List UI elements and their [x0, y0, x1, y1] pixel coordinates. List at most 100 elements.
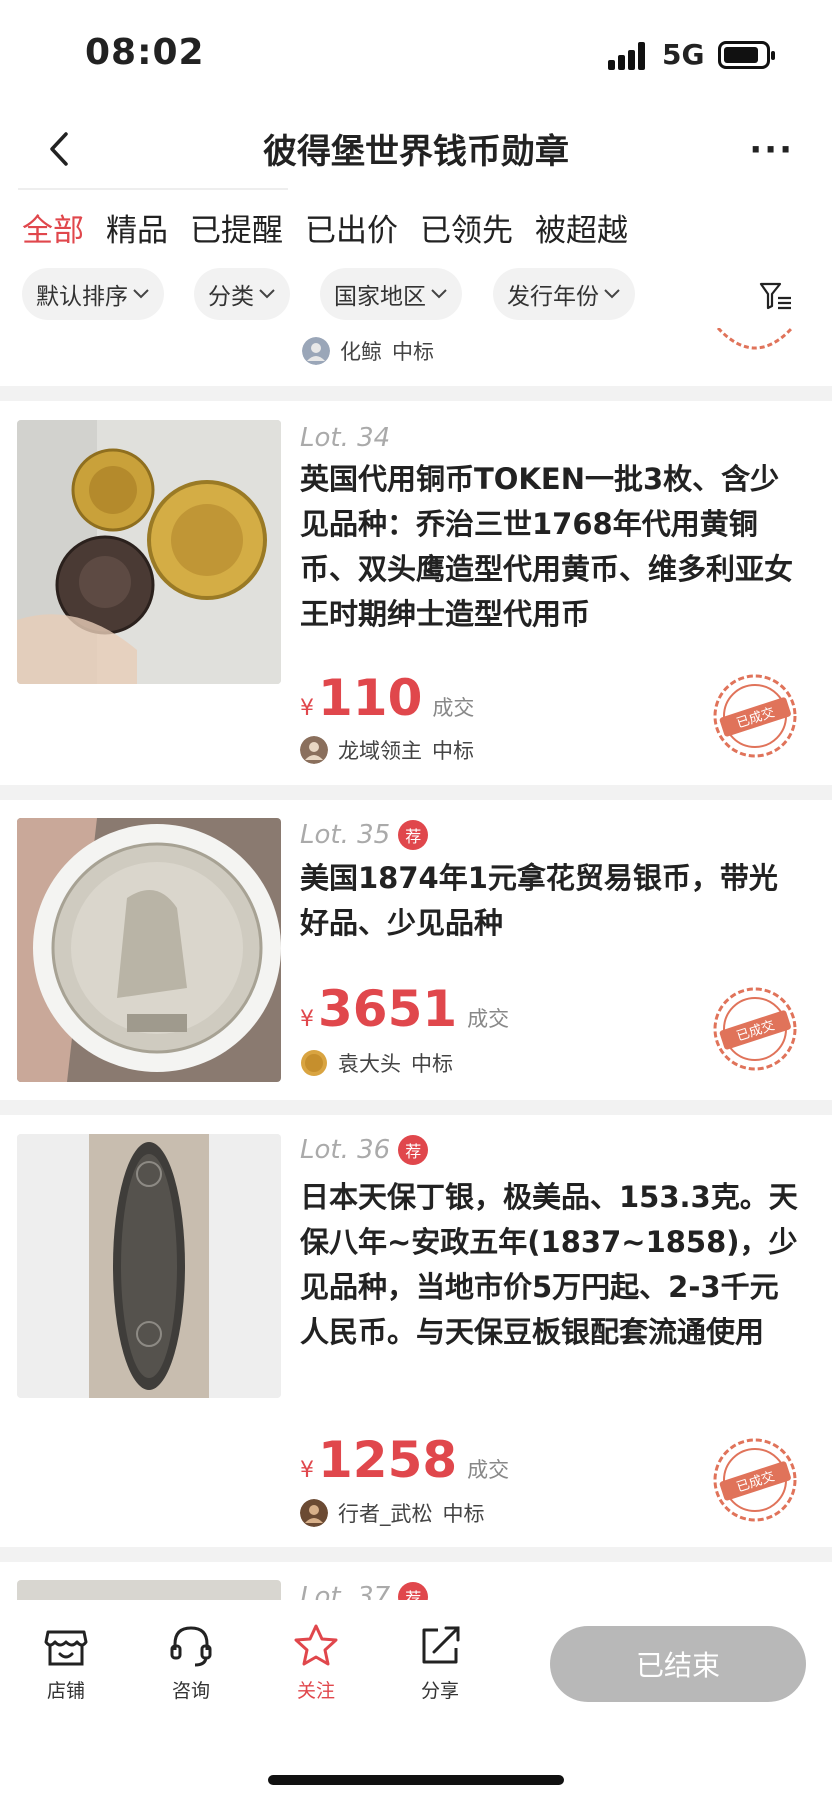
filter-icon[interactable]	[758, 278, 794, 314]
consult-button[interactable]: 咨询	[151, 1622, 231, 1703]
price: ¥ 3651 成交	[300, 984, 509, 1034]
bid-status: 中标	[411, 1052, 453, 1076]
sort-filter[interactable]: 默认排序	[22, 268, 164, 320]
divider	[18, 188, 288, 190]
lot-image[interactable]	[17, 818, 281, 1082]
sold-stamp-partial	[716, 328, 794, 350]
price-value: 110	[318, 669, 423, 727]
category-filter-label: 分类	[208, 284, 254, 310]
price: ¥ 110 成交	[300, 673, 474, 723]
lot-image[interactable]	[17, 420, 281, 684]
currency: ¥	[300, 696, 314, 721]
battery-icon	[718, 41, 775, 69]
price-value: 3651	[318, 980, 458, 1038]
star-icon	[294, 1624, 338, 1666]
category-filter[interactable]: 分类	[194, 268, 290, 320]
headset-icon	[170, 1626, 212, 1667]
sort-filter-label: 默认排序	[36, 284, 128, 310]
bidder-name: 化鲸	[340, 340, 382, 364]
avatar	[301, 1050, 327, 1076]
lot-number: Lot. 35 荐	[300, 820, 429, 850]
tab-featured[interactable]: 精品	[106, 205, 168, 255]
list-item[interactable]: Lot. 34 英国代用铜币TOKEN一批3枚、含少见品种：乔治三世1768年代…	[0, 401, 832, 771]
bid-status: 中标	[442, 1502, 485, 1526]
tab-reminded[interactable]: 已提醒	[190, 205, 283, 255]
follow-button[interactable]: 关注	[276, 1622, 356, 1703]
silver-bar-photo	[17, 1134, 281, 1398]
avatar	[302, 337, 330, 365]
share-icon	[422, 1626, 460, 1664]
tab-all[interactable]: 全部	[22, 205, 84, 255]
lot-label: Lot. 35	[300, 820, 391, 850]
lot-label: Lot. 36	[300, 1135, 391, 1165]
lot-number: Lot. 36 荐	[300, 1135, 429, 1165]
lot-title: 英国代用铜币TOKEN一批3枚、含少见品种：乔治三世1768年代用黄铜币、双头鹰…	[300, 462, 794, 631]
bidder-name: 袁大头	[338, 1052, 401, 1076]
consult-label: 咨询	[171, 1680, 210, 1702]
bid-status: 中标	[432, 739, 474, 763]
chevron-down-icon	[431, 289, 447, 299]
share-label: 分享	[420, 1680, 459, 1702]
lot-title: 日本天保丁银，极美品、153.3克。天保八年~安政五年(1837~1858)，少…	[300, 1180, 798, 1349]
coin-photo	[17, 420, 281, 684]
avatar	[300, 1499, 328, 1527]
sold-stamp: 已成交	[712, 673, 798, 759]
bidder-row: 袁大头 中标	[300, 1048, 453, 1078]
country-filter[interactable]: 国家地区	[320, 268, 462, 320]
tab-outbid[interactable]: 被超越	[535, 205, 628, 255]
price: ¥ 1258 成交	[300, 1435, 509, 1485]
nav-bar: 彼得堡世界钱币勋章 ···	[0, 110, 832, 190]
chevron-down-icon	[604, 289, 620, 299]
recommended-badge: 荐	[398, 820, 429, 850]
lot-image[interactable]	[17, 1134, 281, 1398]
network-label: 5G	[662, 38, 705, 71]
page-title: 彼得堡世界钱币勋章	[263, 132, 569, 172]
lot-label: Lot. 37	[300, 1582, 391, 1602]
more-button[interactable]: ···	[749, 130, 794, 170]
lot-label: Lot. 34	[300, 423, 391, 453]
tab-leading[interactable]: 已领先	[420, 205, 513, 255]
bidder-name: 行者_武松	[338, 1502, 433, 1526]
year-filter-label: 发行年份	[507, 284, 599, 310]
deal-label: 成交	[467, 1007, 510, 1031]
chevron-down-icon	[259, 289, 275, 299]
shop-icon	[44, 1630, 88, 1666]
currency: ¥	[300, 1007, 314, 1032]
list-item[interactable]: Lot. 36 荐 日本天保丁银，极美品、153.3克。天保八年~安政五年(18…	[0, 1115, 832, 1545]
currency: ¥	[300, 1458, 314, 1483]
lot-title: 美国1874年1元拿花贸易银币，带光好品、少见品种	[300, 861, 778, 940]
deal-label: 成交	[467, 1458, 510, 1482]
bid-status: 中标	[392, 340, 434, 364]
divider	[0, 785, 832, 800]
deal-label: 成交	[432, 696, 475, 720]
bidder-row: 行者_武松 中标	[300, 1498, 485, 1528]
follow-label: 关注	[296, 1680, 335, 1702]
divider	[0, 386, 832, 401]
ended-button[interactable]: 已结束	[550, 1626, 806, 1702]
list-item[interactable]: Lot. 37 荐	[0, 1562, 832, 1602]
lot-number: Lot. 37 荐	[300, 1582, 429, 1602]
bidder-name: 龙域领主	[338, 739, 422, 763]
share-button[interactable]: 分享	[400, 1622, 480, 1703]
recommended-badge: 荐	[398, 1582, 429, 1602]
list-item[interactable]: Lot. 35 荐 美国1874年1元拿花贸易银币，带光好品、少见品种 ¥ 36…	[0, 800, 832, 1100]
bottom-bar: 店铺 咨询 关注 分享 已结束	[0, 1600, 832, 1800]
lot-image[interactable]	[17, 1580, 281, 1602]
year-filter[interactable]: 发行年份	[493, 268, 635, 320]
price-value: 1258	[318, 1431, 458, 1489]
home-indicator	[268, 1775, 564, 1785]
tab-bar: 全部 精品 已提醒 已出价 已领先 被超越	[22, 205, 822, 255]
shop-label: 店铺	[46, 1680, 85, 1702]
chevron-down-icon	[133, 289, 149, 299]
shop-button[interactable]: 店铺	[26, 1622, 106, 1703]
sold-stamp: 已成交	[712, 986, 798, 1072]
country-filter-label: 国家地区	[334, 284, 426, 310]
tab-bid[interactable]: 已出价	[305, 205, 398, 255]
avatar	[300, 736, 328, 764]
signal-icon	[608, 42, 652, 70]
lot-number: Lot. 34	[300, 423, 390, 453]
sold-stamp: 已成交	[712, 1437, 798, 1523]
bidder-row: 龙域领主 中标	[300, 735, 474, 765]
coin-photo	[17, 818, 281, 1082]
status-bar: 08:02 5G	[0, 0, 832, 110]
